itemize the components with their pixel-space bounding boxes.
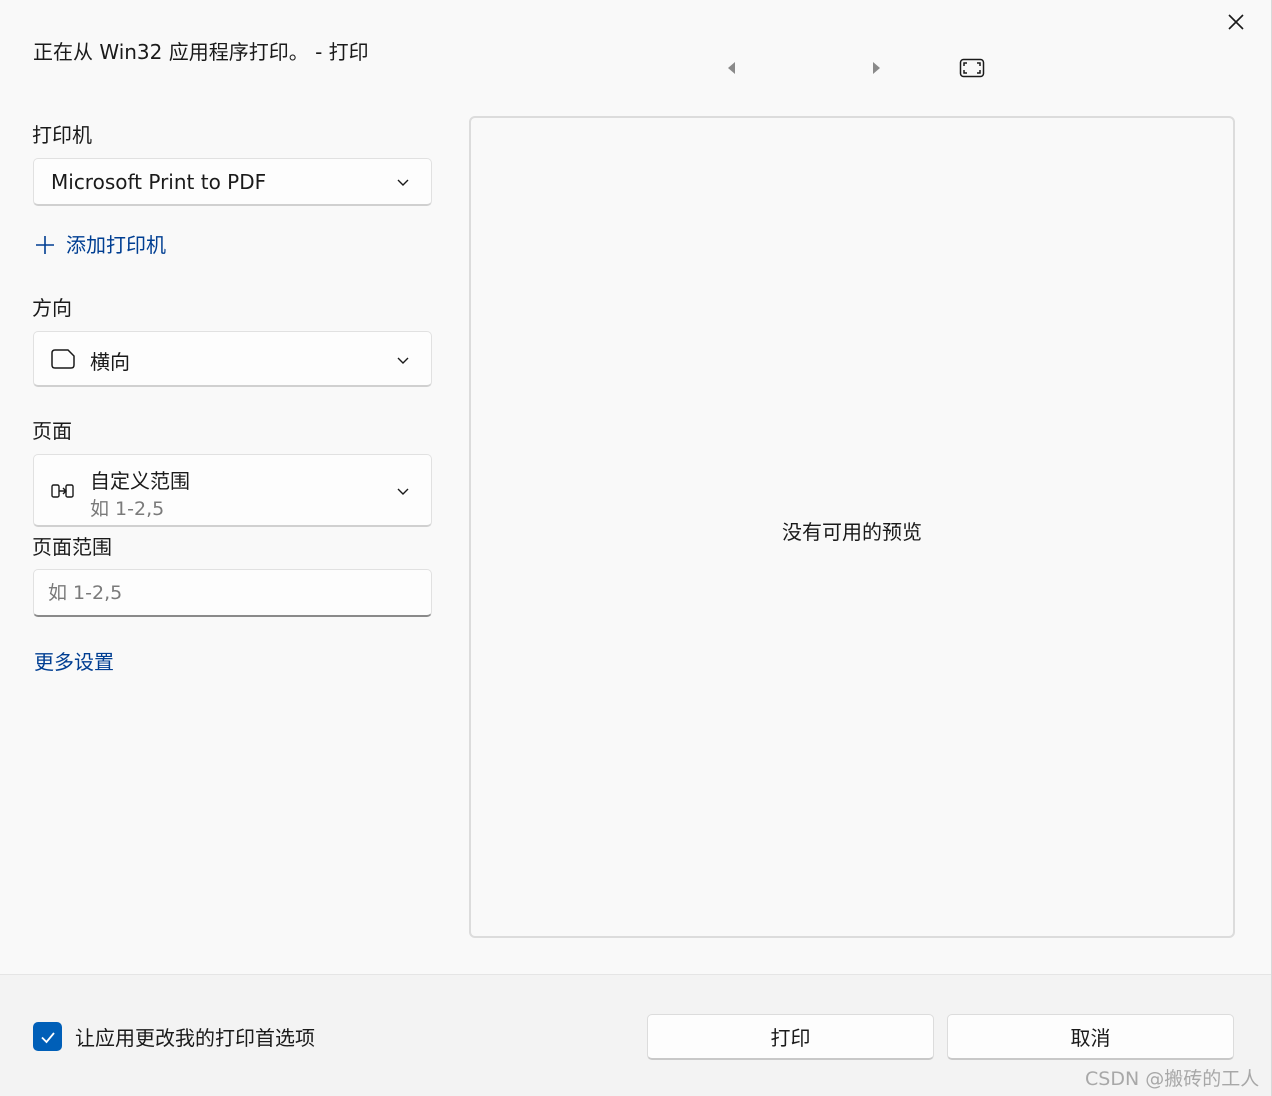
chevron-down-icon [397,357,409,364]
checkmark-icon [40,1031,55,1043]
orientation-label: 方向 [32,296,72,320]
page-range-input[interactable] [33,569,432,617]
orientation-selected: 横向 [90,350,130,374]
triangle-right-icon [873,62,880,74]
landscape-page-icon [51,349,75,369]
chevron-down-icon [397,488,409,495]
close-button[interactable] [1218,6,1254,38]
pages-label: 页面 [32,419,72,443]
add-printer-label: 添加打印机 [66,233,166,257]
chevron-down-icon [397,179,409,186]
plus-icon [36,236,54,254]
cancel-button[interactable]: 取消 [947,1014,1234,1060]
printer-selected: Microsoft Print to PDF [51,170,267,194]
dialog-title: 正在从 Win32 应用程序打印。 - 打印 [33,40,369,64]
orientation-dropdown[interactable]: 横向 [33,331,432,387]
page-range-label: 页面范围 [32,535,112,559]
more-settings-link[interactable]: 更多设置 [34,646,114,675]
page-range-icon [51,484,74,498]
fit-page-icon [959,58,985,78]
fit-to-window-button[interactable] [958,56,986,80]
preview-pane: 没有可用的预览 [469,116,1235,938]
triangle-left-icon [728,62,735,74]
add-printer-link[interactable]: 添加打印机 [34,229,166,258]
printer-dropdown[interactable]: Microsoft Print to PDF [33,158,432,206]
allow-app-preferences-checkbox[interactable] [33,1022,62,1051]
printer-label: 打印机 [32,123,92,147]
dialog-footer: 让应用更改我的打印首选项 打印 取消 [0,974,1271,1096]
no-preview-message: 没有可用的预览 [782,520,922,544]
pages-selected: 自定义范围 [90,469,190,493]
print-button[interactable]: 打印 [647,1014,934,1060]
print-dialog: 正在从 Win32 应用程序打印。 - 打印 打印机 Microsoft Pri… [0,0,1272,1096]
pages-hint: 如 1-2,5 [90,498,165,520]
previous-page-button[interactable] [720,56,744,80]
pages-dropdown[interactable]: 自定义范围 如 1-2,5 [33,454,432,527]
next-page-button[interactable] [864,56,888,80]
watermark: CSDN @搬砖的工人 [1085,1068,1260,1090]
close-icon [1228,14,1244,30]
allow-app-preferences-label: 让应用更改我的打印首选项 [75,1026,315,1050]
